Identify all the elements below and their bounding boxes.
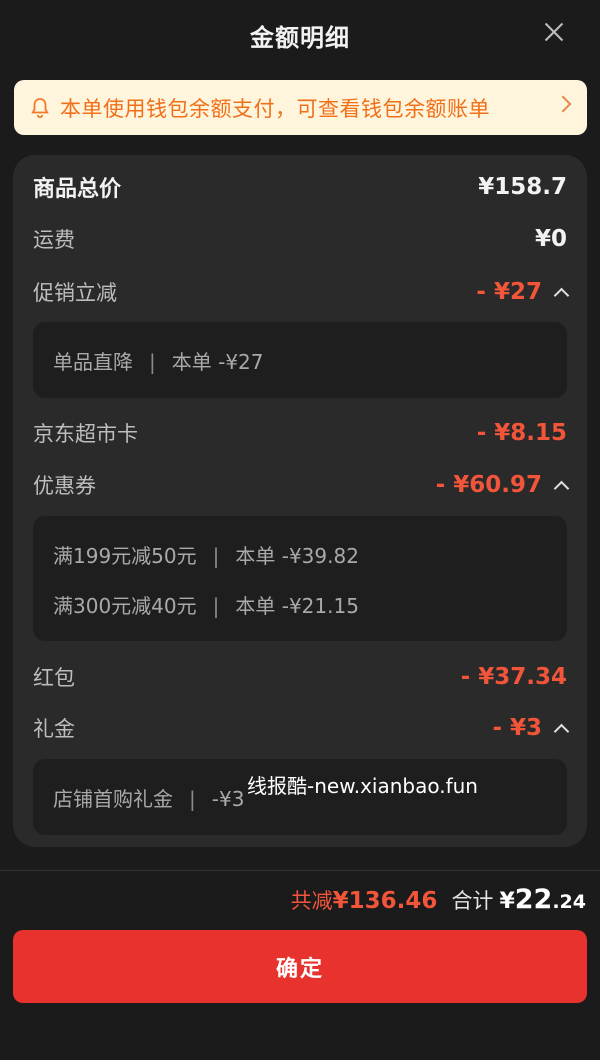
row-label: 运费 bbox=[33, 228, 75, 252]
coupon-detail-box: 满199元减50元 | 本单 -¥39.82 满300元减40元 | 本单 -¥21.1… bbox=[33, 516, 567, 641]
divider bbox=[0, 870, 600, 871]
detail-name: 满300元减40元 bbox=[53, 594, 197, 618]
separator: | bbox=[149, 350, 156, 374]
header: 金额明细 bbox=[0, 0, 600, 74]
row-amount-value: - ¥3 bbox=[492, 715, 542, 741]
total-integer: 22 bbox=[514, 884, 553, 915]
row-label: 商品总价 bbox=[33, 177, 122, 202]
row-amount: - ¥27 bbox=[476, 279, 570, 305]
detail-value: 本单 -¥39.82 bbox=[235, 544, 359, 568]
row-amount: - ¥37.34 bbox=[460, 664, 567, 690]
detail-value: 本单 -¥21.15 bbox=[235, 594, 359, 618]
detail-line: 店铺首购礼金 | -¥3 bbox=[53, 783, 244, 812]
close-icon[interactable] bbox=[542, 20, 566, 44]
row-promo[interactable]: 促销立减 - ¥27 bbox=[33, 274, 570, 310]
detail-line: 单品直降 | 本单 -¥27 bbox=[53, 346, 264, 375]
row-shipping: 运费 ¥0 bbox=[33, 221, 567, 257]
detail-name: 满199元减50元 bbox=[53, 544, 197, 568]
separator: | bbox=[189, 787, 196, 811]
row-label: 京东超市卡 bbox=[33, 422, 138, 446]
row-gift[interactable]: 礼金 - ¥3 bbox=[33, 710, 570, 746]
separator: | bbox=[212, 594, 220, 618]
detail-line: 满300元减40元 | 本单 -¥21.15 bbox=[53, 590, 359, 619]
chevron-up-icon[interactable] bbox=[553, 723, 570, 739]
row-amount-value: - ¥60.97 bbox=[435, 472, 542, 498]
row-total-price: 商品总价 ¥158.7 bbox=[33, 169, 567, 205]
row-coupon[interactable]: 优惠券 - ¥60.97 bbox=[33, 467, 570, 503]
row-amount-value: - ¥27 bbox=[476, 279, 542, 305]
row-jd-card: 京东超市卡 - ¥8.15 bbox=[33, 415, 567, 451]
chevron-right-icon bbox=[554, 95, 572, 113]
detail-name: 店铺首购礼金 bbox=[53, 787, 173, 811]
confirm-button[interactable]: 确定 bbox=[13, 930, 587, 1003]
notice-text: 本单使用钱包余额支付，可查看钱包余额账单 bbox=[60, 96, 490, 121]
amount-detail-card: 商品总价 ¥158.7 运费 ¥0 促销立减 - ¥27 单品直降 | 本单 -¥2… bbox=[13, 155, 587, 847]
detail-value: -¥3 bbox=[211, 787, 245, 811]
total-decimal: .24 bbox=[552, 891, 586, 913]
row-label: 红包 bbox=[33, 666, 75, 690]
row-label: 促销立减 bbox=[33, 281, 117, 305]
row-amount: - ¥60.97 bbox=[435, 472, 570, 498]
separator: | bbox=[212, 544, 220, 568]
wallet-notice-banner[interactable]: 本单使用钱包余额支付，可查看钱包余额账单 bbox=[14, 80, 587, 135]
row-label: 礼金 bbox=[33, 717, 75, 741]
watermark: 线报酷-new.xianbao.fun bbox=[247, 774, 478, 798]
row-amount: - ¥3 bbox=[492, 715, 570, 741]
reduce-value: ¥136.46 bbox=[332, 888, 438, 914]
promo-detail-box: 单品直降 | 本单 -¥27 bbox=[33, 322, 567, 398]
row-amount: - ¥8.15 bbox=[476, 420, 567, 446]
detail-value: 本单 -¥27 bbox=[171, 350, 264, 374]
row-amount: ¥0 bbox=[534, 226, 567, 252]
detail-name: 单品直降 bbox=[53, 350, 133, 374]
reduce-label: 共减 bbox=[290, 889, 333, 913]
row-red-packet: 红包 - ¥37.34 bbox=[33, 659, 567, 695]
row-amount: ¥158.7 bbox=[478, 174, 567, 200]
bell-icon bbox=[31, 97, 49, 118]
page-title: 金额明细 bbox=[250, 24, 350, 52]
chevron-up-icon[interactable] bbox=[553, 480, 570, 496]
detail-line: 满199元减50元 | 本单 -¥39.82 bbox=[53, 540, 359, 569]
total-label: 合计 bbox=[451, 889, 494, 913]
row-label: 优惠券 bbox=[33, 474, 96, 498]
total-currency: ¥ bbox=[499, 889, 515, 914]
chevron-up-icon[interactable] bbox=[553, 287, 570, 303]
total-summary: 共减 ¥136.46 合计 ¥ 22 .24 bbox=[291, 884, 586, 915]
